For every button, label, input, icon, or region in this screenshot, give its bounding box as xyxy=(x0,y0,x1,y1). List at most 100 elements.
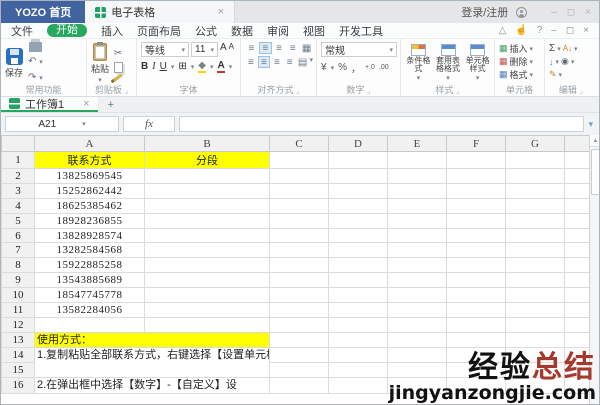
menu-home[interactable]: 开始 xyxy=(47,24,87,37)
cell[interactable] xyxy=(388,258,447,273)
cell[interactable] xyxy=(388,169,447,184)
cell[interactable] xyxy=(506,363,565,378)
cell[interactable] xyxy=(388,363,447,378)
cell[interactable] xyxy=(447,213,506,228)
cell-b4[interactable] xyxy=(145,198,270,213)
row-header[interactable]: 9 xyxy=(2,273,35,288)
cell[interactable] xyxy=(388,288,447,303)
column-header-d[interactable]: D xyxy=(329,136,388,152)
cell-a4[interactable]: 18625385462 xyxy=(35,198,145,213)
name-box[interactable]: A21 ▾ xyxy=(5,116,119,132)
align-top-button[interactable]: ≡ xyxy=(245,42,258,54)
cell[interactable] xyxy=(329,317,388,332)
insert-cells-button[interactable]: ▦ 插入▾ xyxy=(499,42,541,55)
cell[interactable] xyxy=(270,213,329,228)
column-header-g[interactable]: G xyxy=(506,136,565,152)
cell-a8[interactable]: 15922885258 xyxy=(35,258,145,273)
cell-a6[interactable]: 13828928574 xyxy=(35,228,145,243)
row-header[interactable]: 7 xyxy=(2,243,35,258)
column-header-a[interactable]: A xyxy=(35,136,145,152)
conditional-format-button[interactable]: 条件格式 ▾ xyxy=(405,42,432,84)
cell[interactable] xyxy=(270,169,329,184)
cell[interactable] xyxy=(388,303,447,318)
cell[interactable] xyxy=(565,317,590,332)
document-tab[interactable]: 电子表格 × xyxy=(85,1,235,23)
close-document-tab-icon[interactable]: × xyxy=(218,6,224,18)
cell[interactable] xyxy=(447,332,506,348)
row-header[interactable]: 10 xyxy=(2,288,35,303)
row-header[interactable]: 13 xyxy=(2,332,35,348)
cell[interactable] xyxy=(565,198,590,213)
cell[interactable] xyxy=(565,243,590,258)
minimize-button[interactable]: – xyxy=(551,7,557,18)
cell[interactable] xyxy=(447,317,506,332)
column-header-f[interactable]: F xyxy=(447,136,506,152)
cell-a1[interactable]: 联系方式 xyxy=(35,152,145,169)
bold-button[interactable]: B xyxy=(141,61,148,72)
cell[interactable] xyxy=(388,317,447,332)
row-header[interactable]: 8 xyxy=(2,258,35,273)
close-button[interactable]: × xyxy=(585,7,591,18)
collapse-ribbon-icon[interactable]: △ xyxy=(499,25,507,36)
user-avatar-icon[interactable] xyxy=(516,7,527,18)
align-bottom-button[interactable]: ≡ xyxy=(273,42,286,54)
cell[interactable] xyxy=(447,183,506,198)
cell[interactable] xyxy=(506,303,565,318)
print-icon[interactable] xyxy=(29,42,42,52)
column-header-e[interactable]: E xyxy=(388,136,447,152)
fill-color-button[interactable]: ◆ xyxy=(198,60,206,73)
cell[interactable] xyxy=(565,303,590,318)
orientation-button[interactable]: ≡ xyxy=(286,42,299,54)
doc-restore-icon[interactable]: ◻ xyxy=(566,25,574,36)
cell[interactable] xyxy=(270,303,329,318)
row-header[interactable]: 6 xyxy=(2,228,35,243)
cell[interactable] xyxy=(329,258,388,273)
cell-b3[interactable] xyxy=(145,183,270,198)
cell[interactable] xyxy=(565,273,590,288)
sort-button[interactable]: A↓ xyxy=(563,44,572,53)
workbook-tab[interactable]: 工作簿1 × xyxy=(1,97,98,112)
cell[interactable] xyxy=(270,288,329,303)
comma-button[interactable]: ， xyxy=(351,60,361,75)
cell[interactable] xyxy=(447,169,506,184)
cell[interactable] xyxy=(388,152,447,169)
indent-button[interactable]: ≡ xyxy=(284,56,296,68)
cell[interactable] xyxy=(506,258,565,273)
cell-a10[interactable]: 18547745778 xyxy=(35,288,145,303)
row-header[interactable]: 15 xyxy=(2,363,35,378)
cell[interactable] xyxy=(388,273,447,288)
cell[interactable] xyxy=(388,198,447,213)
cell-b7[interactable] xyxy=(145,243,270,258)
cell[interactable] xyxy=(447,363,506,378)
menu-file[interactable]: 文件 xyxy=(11,23,33,39)
decrease-decimal-button[interactable]: .00 xyxy=(379,64,389,71)
scroll-up-icon[interactable]: ▲ xyxy=(590,135,600,147)
cell[interactable] xyxy=(506,183,565,198)
autosum-button[interactable]: Σ xyxy=(549,43,555,54)
cell[interactable] xyxy=(270,152,329,169)
cell-a7[interactable]: 13282584568 xyxy=(35,243,145,258)
cell[interactable] xyxy=(329,378,388,394)
row-header[interactable]: 2 xyxy=(2,169,35,184)
home-tab[interactable]: YOZO 首页 xyxy=(1,1,85,23)
font-color-button[interactable]: A xyxy=(217,60,224,73)
align-right-button[interactable]: ≡ xyxy=(271,56,283,68)
row-header[interactable]: 3 xyxy=(2,183,35,198)
cell-b2[interactable] xyxy=(145,169,270,184)
cell[interactable] xyxy=(565,363,590,378)
grow-font-button[interactable]: A xyxy=(220,42,227,57)
cell[interactable] xyxy=(388,228,447,243)
save-button[interactable]: 保存 xyxy=(5,42,23,84)
cell[interactable] xyxy=(565,169,590,184)
cell[interactable] xyxy=(506,317,565,332)
find-button[interactable]: ◉ xyxy=(561,56,569,67)
cell[interactable] xyxy=(565,183,590,198)
cell[interactable] xyxy=(388,332,447,348)
menu-review[interactable]: 审阅 xyxy=(267,23,289,39)
undo-button[interactable]: ↶ ▾ xyxy=(28,56,43,68)
underline-button[interactable]: U xyxy=(160,61,167,72)
cell-b9[interactable] xyxy=(145,273,270,288)
shrink-font-button[interactable]: A xyxy=(229,42,234,57)
cell[interactable] xyxy=(270,198,329,213)
cell[interactable] xyxy=(329,363,388,378)
